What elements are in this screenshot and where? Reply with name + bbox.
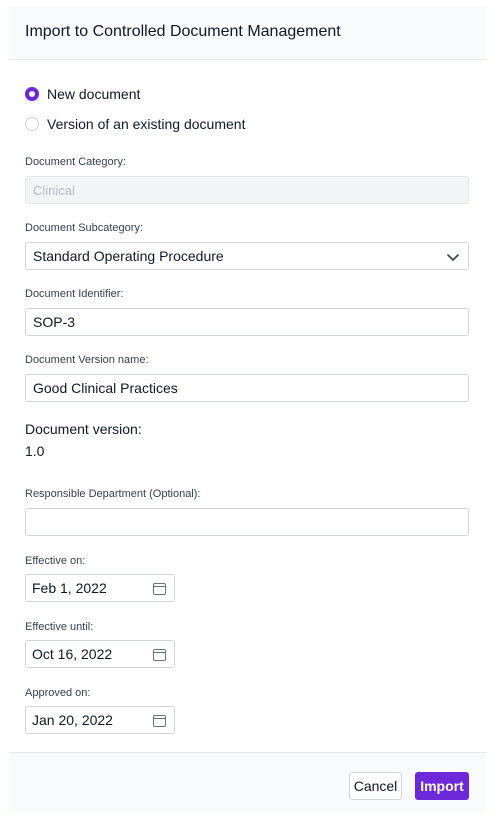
effective-until-date-input[interactable]: Oct 16, 2022 <box>25 640 175 668</box>
identifier-value: SOP-3 <box>33 314 76 330</box>
subcategory-value: Standard Operating Procedure <box>33 248 224 264</box>
import-dialog: Import to Controlled Document Management… <box>9 7 486 813</box>
subcategory-select[interactable]: Standard Operating Procedure <box>25 242 469 270</box>
version-name-value: Good Clinical Practices <box>33 380 178 396</box>
category-label: Document Category: <box>25 156 126 168</box>
radio-label-new-document: New document <box>47 86 141 102</box>
effective-until-label: Effective until: <box>25 621 94 633</box>
calendar-icon[interactable] <box>153 648 166 661</box>
document-version-label: Document version: <box>25 421 142 437</box>
approved-on-date-input[interactable]: Jan 20, 2022 <box>25 706 175 734</box>
radio-existing-document[interactable]: Version of an existing document <box>25 114 245 134</box>
document-version-value: 1.0 <box>25 443 45 459</box>
version-name-field[interactable]: Good Clinical Practices <box>25 374 469 402</box>
radio-new-document[interactable]: New document <box>25 84 140 104</box>
dialog-header: Import to Controlled Document Management <box>9 7 486 60</box>
cancel-button[interactable]: Cancel <box>349 772 402 800</box>
approved-on-value: Jan 20, 2022 <box>32 712 113 728</box>
department-label: Responsible Department (Optional): <box>25 488 201 500</box>
dialog-title: Import to Controlled Document Management <box>25 23 341 40</box>
approved-on-label: Approved on: <box>25 687 91 699</box>
version-name-label: Document Version name: <box>25 354 149 366</box>
effective-until-value: Oct 16, 2022 <box>32 646 113 662</box>
chevron-down-icon <box>447 254 459 261</box>
calendar-icon[interactable] <box>153 582 166 595</box>
calendar-icon[interactable] <box>153 714 166 727</box>
identifier-field[interactable]: SOP-3 <box>25 308 469 336</box>
effective-on-date-input[interactable]: Feb 1, 2022 <box>25 574 175 602</box>
effective-on-value: Feb 1, 2022 <box>32 580 107 596</box>
radio-button-checked[interactable] <box>25 87 39 101</box>
subcategory-label: Document Subcategory: <box>25 222 144 234</box>
effective-on-label: Effective on: <box>25 555 86 567</box>
identifier-label: Document Identifier: <box>25 288 124 300</box>
dialog-footer: Cancel Import <box>9 752 486 813</box>
radio-button-unchecked[interactable] <box>25 117 39 131</box>
department-field[interactable] <box>25 508 469 536</box>
import-button[interactable]: Import <box>415 772 469 800</box>
category-value: Clinical <box>33 182 75 198</box>
category-field: Clinical <box>25 176 469 204</box>
radio-label-existing-document: Version of an existing document <box>47 116 246 132</box>
